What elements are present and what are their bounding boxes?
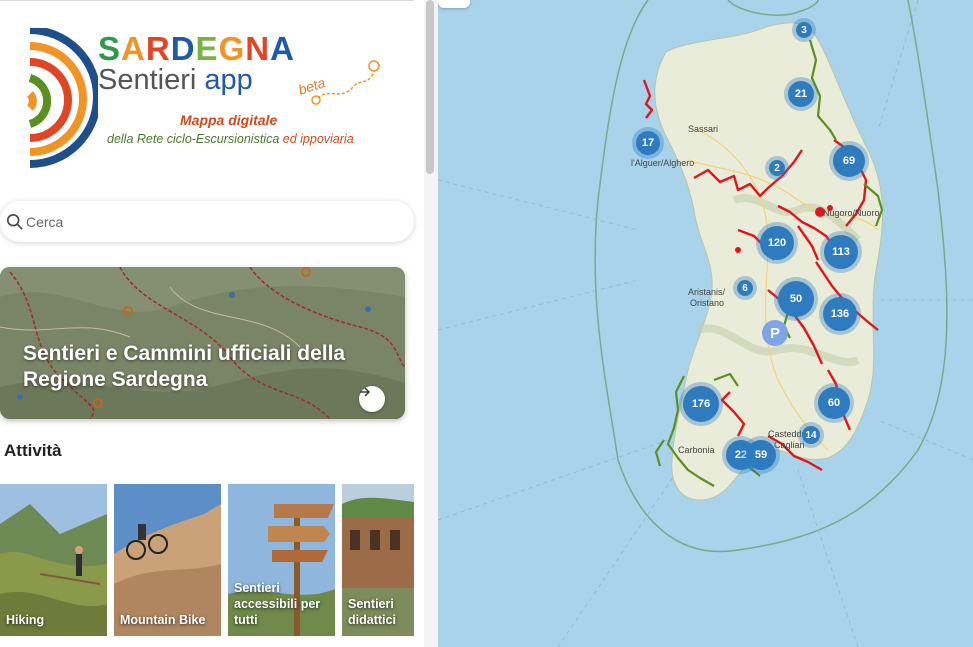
logo-title: SARDEGNA bbox=[98, 30, 295, 68]
logo-title-letter: G bbox=[218, 30, 246, 67]
logo-title-letter: N bbox=[245, 30, 271, 67]
place-label-cagliari-b: Cagliari bbox=[774, 440, 805, 450]
logo-rete-highlight: ed ippoviaria bbox=[282, 132, 354, 146]
activity-label: Hiking bbox=[6, 613, 45, 627]
trail-cluster[interactable]: 120 bbox=[760, 226, 794, 260]
trail-cluster[interactable]: 60 bbox=[818, 387, 850, 419]
logo-rete-text: della Rete ciclo-Escursionistica bbox=[107, 132, 283, 146]
logo-title-letter: S bbox=[98, 30, 122, 67]
map-view[interactable]: Sassari l'Alguer/Alghero Nugoro/Nuoro Ar… bbox=[438, 0, 973, 647]
place-label-nuoro: Nugoro/Nuoro bbox=[823, 208, 880, 218]
logo-title-letter: D bbox=[170, 30, 196, 67]
trail-cluster[interactable]: 3 bbox=[796, 22, 812, 38]
place-label-alghero: l'Alguer/Alghero bbox=[631, 158, 695, 168]
logo-rainbow-icon bbox=[26, 26, 101, 168]
activity-card-hiking[interactable]: Hiking bbox=[0, 484, 107, 636]
app-logo: SARDEGNA Sentieri app beta Mappa digital… bbox=[26, 26, 386, 168]
trail-cluster[interactable]: 136 bbox=[823, 297, 857, 331]
logo-title-letter: A bbox=[121, 30, 146, 67]
hero-next-button[interactable] bbox=[359, 386, 385, 412]
search-icon bbox=[6, 213, 23, 230]
place-label-oristano-b: Oristano bbox=[690, 298, 725, 308]
logo-rete-line: della Rete ciclo-Escursionistica ed ippo… bbox=[107, 132, 354, 146]
hero-banner[interactable]: Sentieri e Cammini ufficiali della Regio… bbox=[0, 267, 405, 419]
sidebar: SARDEGNA Sentieri app beta Mappa digital… bbox=[0, 0, 438, 647]
search-input[interactable] bbox=[26, 213, 386, 230]
parking-marker[interactable]: P bbox=[762, 320, 788, 346]
trail-cluster[interactable]: 14 bbox=[802, 426, 820, 444]
logo-title-letter: E bbox=[195, 30, 219, 67]
map-control-handle[interactable] bbox=[438, 0, 470, 8]
route-pin-icon bbox=[311, 60, 380, 105]
activities-carousel: Hiking Mountain Bike Sentieri accessibil… bbox=[0, 484, 414, 636]
top-divider bbox=[0, 0, 414, 1]
logo-subtitle: Sentieri app bbox=[98, 64, 253, 97]
trail-cluster[interactable]: 69 bbox=[833, 145, 865, 177]
trail-cluster[interactable]: 113 bbox=[824, 235, 858, 269]
activity-card-educational-trails[interactable]: Sentieri didattici bbox=[342, 484, 414, 636]
activities-title: Attività bbox=[4, 441, 62, 460]
sidebar-scrollbar-thumb[interactable] bbox=[426, 0, 434, 174]
trail-cluster[interactable]: 59 bbox=[746, 440, 776, 470]
search-bar[interactable] bbox=[0, 201, 414, 242]
trail-cluster[interactable]: 2 bbox=[769, 160, 785, 176]
trail-cluster[interactable]: 50 bbox=[778, 281, 814, 317]
trail-cluster[interactable]: 6 bbox=[737, 280, 753, 296]
app-root: SARDEGNA Sentieri app beta Mappa digital… bbox=[0, 0, 973, 647]
logo-title-letter: A bbox=[270, 30, 295, 67]
trail-cluster[interactable]: 176 bbox=[683, 386, 719, 422]
arrow-right-icon bbox=[360, 387, 370, 397]
logo-subtitle-app: app bbox=[204, 64, 253, 96]
activity-card-mountain-bike[interactable]: Mountain Bike bbox=[114, 484, 221, 636]
logo-subtitle-text: Sentieri bbox=[98, 64, 205, 96]
logo-tagline: Mappa digitale bbox=[180, 112, 278, 128]
trail-cluster[interactable]: 17 bbox=[636, 131, 660, 155]
place-label-oristano-a: Aristanis/ bbox=[688, 287, 726, 297]
logo-title-letter: R bbox=[145, 30, 171, 67]
map-canvas bbox=[438, 0, 973, 647]
activity-label: Sentieri accessibili per tutti bbox=[234, 581, 321, 627]
trail-cluster[interactable]: 21 bbox=[788, 81, 814, 107]
activity-card-accessible-trails[interactable]: Sentieri accessibili per tutti bbox=[228, 484, 335, 636]
place-label-carbonia: Carbonia bbox=[678, 445, 715, 455]
place-label-sassari: Sassari bbox=[688, 124, 719, 134]
hero-title: Sentieri e Cammini ufficiali della Regio… bbox=[23, 342, 346, 391]
activity-label: Mountain Bike bbox=[120, 613, 206, 627]
activity-label: Sentieri didattici bbox=[348, 597, 396, 627]
